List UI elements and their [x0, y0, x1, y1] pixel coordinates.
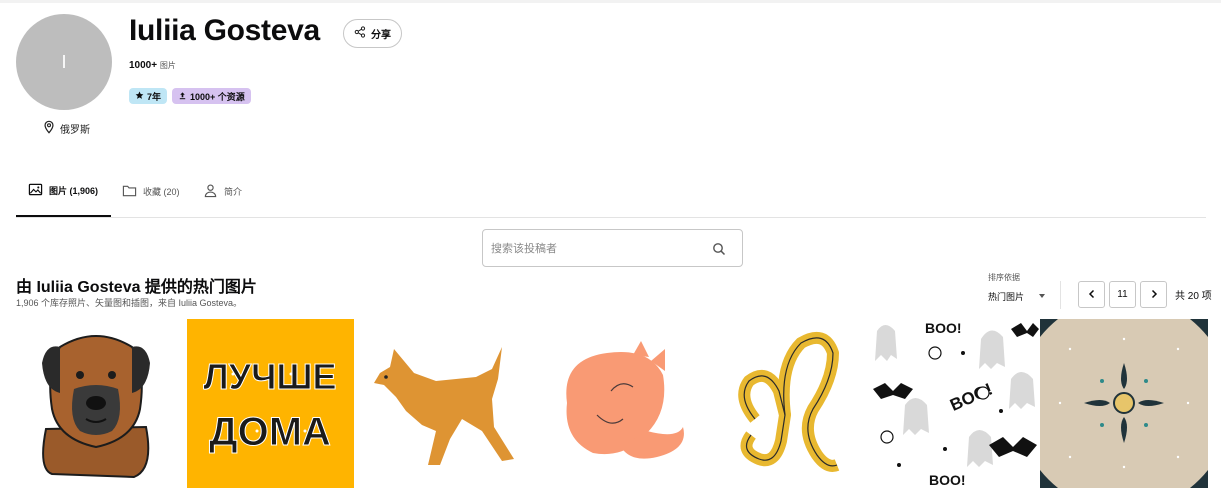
tab-photos-label: 图片 (1,906) [49, 186, 99, 196]
sort-label: 排序依据 [988, 273, 1020, 282]
page-number-input[interactable] [1109, 281, 1136, 308]
image-count-unit: 图片 [159, 61, 176, 70]
pagination: 共 20 项 [1078, 281, 1212, 308]
user-icon [203, 183, 218, 200]
thumbnail-dog-portrait[interactable] [16, 319, 176, 488]
contributor-search [482, 229, 743, 267]
avatar-initial: I [61, 51, 67, 72]
badges: 7年 1000+ 个资源 [129, 88, 251, 104]
upload-icon [178, 91, 187, 102]
assets-badge: 1000+ 个资源 [172, 88, 251, 104]
thumbnail-lettering[interactable]: ЛУЧШЕ ДОМА [187, 319, 354, 488]
thumbnail-halloween-pattern[interactable]: BOO! BOO! BOO! [871, 319, 1039, 488]
image-count-number: 1000+ [129, 60, 158, 71]
star-icon [135, 91, 144, 102]
sort-value: 热门图片 [988, 291, 1025, 302]
boo-text-1: BOO! [925, 320, 962, 336]
years-badge-label: 7年 [147, 91, 162, 102]
caret-down-icon [1039, 294, 1045, 298]
image-grid: ЛУЧШЕ ДОМА BOO! BOO! BOO! [16, 319, 1208, 488]
location: 俄罗斯 [42, 120, 90, 137]
image-icon [28, 182, 43, 199]
tab-about-label: 简介 [224, 187, 243, 197]
divider [1060, 281, 1061, 309]
share-icon [354, 26, 366, 41]
avatar: I [16, 14, 112, 110]
tab-collections[interactable]: 收藏 (20) [122, 166, 180, 217]
thumbnail-sleeping-cat[interactable] [537, 319, 697, 488]
thumbnail-leo-zodiac[interactable] [709, 319, 869, 488]
section-title: 由 Iuliia Gosteva 提供的热门图片 [16, 279, 257, 296]
location-pin-icon [42, 120, 56, 137]
profile-tabs: 图片 (1,906) 收藏 (20) 简介 [16, 166, 1206, 218]
share-label: 分享 [371, 30, 391, 41]
image-count: 1000+ 图片 [129, 60, 176, 71]
contributor-name: Iuliia Gosteva [129, 14, 320, 47]
share-button[interactable]: 分享 [343, 19, 402, 48]
location-label: 俄罗斯 [60, 125, 90, 136]
search-icon[interactable] [712, 242, 726, 256]
page-total: 共 20 项 [1175, 291, 1212, 302]
sort-dropdown[interactable]: 热门图片 [988, 289, 1048, 303]
next-page-button[interactable] [1140, 281, 1167, 308]
tab-about[interactable]: 简介 [203, 166, 242, 217]
years-badge: 7年 [129, 88, 168, 104]
assets-badge-label: 1000+ 个资源 [190, 91, 245, 102]
top-border [0, 0, 1221, 3]
tab-collections-label: 收藏 (20) [143, 187, 180, 197]
chevron-right-icon [1149, 286, 1159, 304]
prev-page-button[interactable] [1078, 281, 1105, 308]
folder-icon [122, 183, 137, 200]
boo-text-3: BOO! [929, 472, 966, 488]
section-subtitle: 1,906 个库存照片、矢量图和插图，来自 Iuliia Gosteva。 [16, 298, 243, 308]
lettering-line2: ДОМА [209, 410, 331, 454]
chevron-left-icon [1087, 286, 1097, 304]
tab-photos[interactable]: 图片 (1,906) [16, 166, 111, 217]
thumbnail-walking-dog[interactable] [366, 319, 526, 488]
search-input[interactable] [491, 239, 701, 259]
lettering-line1: ЛУЧШЕ [203, 356, 336, 397]
thumbnail-ornament-pattern[interactable] [1040, 319, 1208, 488]
